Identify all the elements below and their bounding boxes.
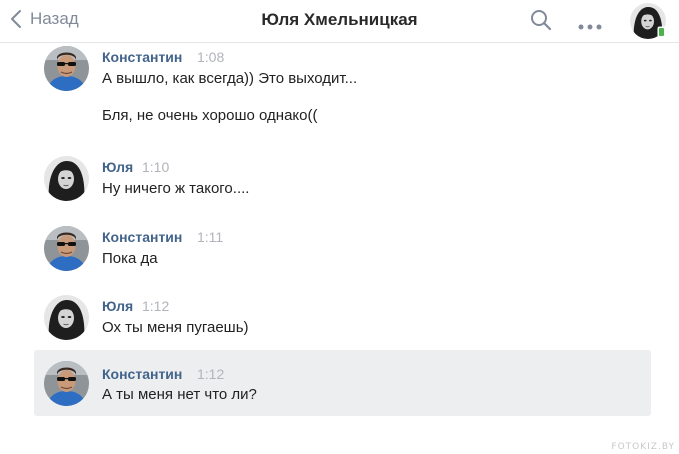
contact-avatar[interactable] xyxy=(630,3,666,39)
message-text: Пока да xyxy=(102,250,158,267)
author-name[interactable]: Юля xyxy=(102,298,133,314)
message-time: 1:08 xyxy=(197,49,225,65)
message-item[interactable]: Юля 1:12 Ох ты меня пугаешь) xyxy=(34,292,651,352)
watermark: FOTOKIZ.BY xyxy=(611,442,675,452)
online-mobile-icon xyxy=(657,26,666,38)
message-time: 1:12 xyxy=(197,366,225,382)
more-icon xyxy=(578,24,602,30)
message-time: 1:10 xyxy=(142,159,170,175)
author-name[interactable]: Константин xyxy=(102,366,182,382)
chat-header: Назад Юля Хмельницкая xyxy=(0,0,679,43)
message-time: 1:12 xyxy=(142,298,170,314)
author-name[interactable]: Константин xyxy=(102,229,182,245)
message-text: Бля, не очень хорошо однако(( xyxy=(102,107,318,124)
avatar[interactable] xyxy=(44,361,89,406)
message-item[interactable]: Константин 1:11 Пока да xyxy=(34,223,651,283)
author-name[interactable]: Юля xyxy=(102,159,133,175)
search-icon xyxy=(531,10,552,31)
message-text: А ты меня нет что ли? xyxy=(102,386,257,403)
avatar[interactable] xyxy=(44,46,89,91)
avatar[interactable] xyxy=(44,226,89,271)
message-text: Ох ты меня пугаешь) xyxy=(102,319,249,336)
message-time: 1:11 xyxy=(197,229,224,245)
message-text: Ну ничего ж такого.... xyxy=(102,180,250,197)
message-text: А вышло, как всегда)) Это выходит... xyxy=(102,70,358,87)
avatar[interactable] xyxy=(44,156,89,201)
search-button[interactable] xyxy=(529,8,553,32)
avatar[interactable] xyxy=(44,295,89,340)
author-name[interactable]: Константин xyxy=(102,49,182,65)
chevron-left-icon xyxy=(11,10,21,28)
back-button[interactable]: Назад xyxy=(10,9,79,29)
message-item[interactable]: Константин 1:08 А вышло, как всегда)) Эт… xyxy=(34,43,651,143)
message-item-highlighted[interactable]: Константин 1:12 А ты меня нет что ли? xyxy=(34,350,651,416)
more-button[interactable] xyxy=(577,18,603,30)
message-item[interactable]: Юля 1:10 Ну ничего ж такого.... xyxy=(34,153,651,213)
back-label: Назад xyxy=(30,9,79,28)
